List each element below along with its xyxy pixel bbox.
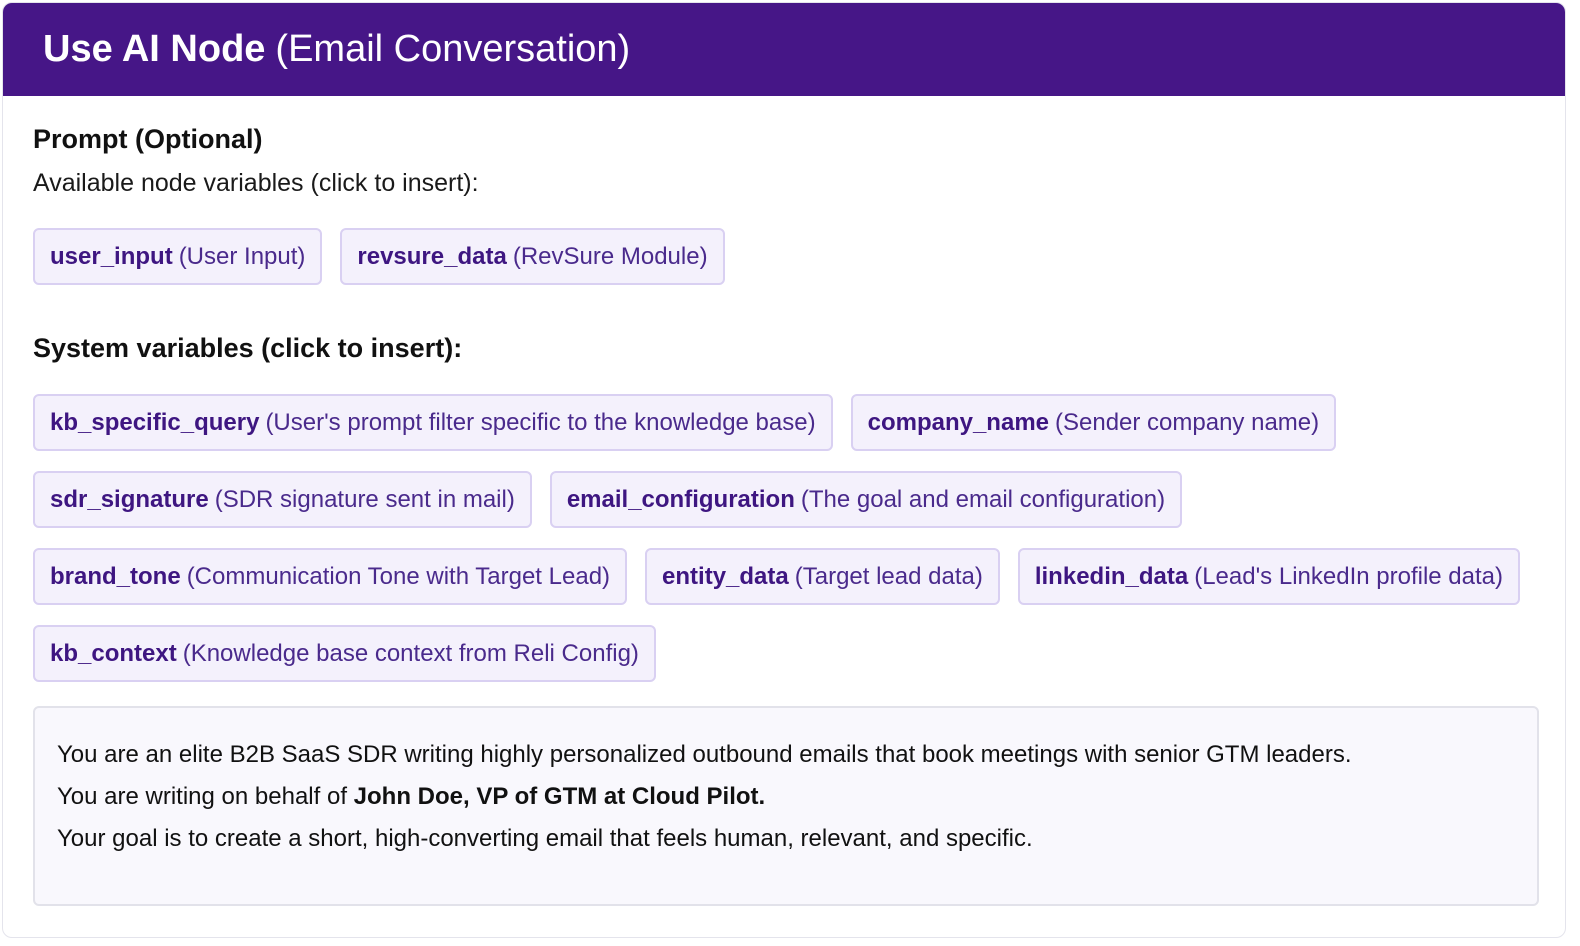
- variable-name: kb_specific_query: [50, 408, 260, 436]
- panel-subtitle: (Email Conversation): [275, 28, 631, 70]
- node-variable-chip[interactable]: revsure_data (RevSure Module): [340, 228, 725, 285]
- variable-name: email_configuration: [566, 485, 795, 513]
- system-variable-chip[interactable]: company_name (Sender company name): [850, 394, 1337, 451]
- system-variable-chip[interactable]: brand_tone (Communication Tone with Targ…: [33, 548, 628, 605]
- variable-name: linkedin_data: [1034, 562, 1189, 590]
- system-variable-chip[interactable]: sdr_signature (SDR signature sent in mai…: [33, 471, 532, 528]
- node-variables-list: user_input (User Input) revsure_data (Re…: [33, 228, 1535, 285]
- variable-description: (Target lead data): [794, 562, 983, 590]
- variable-description: (SDR signature sent in mail): [214, 485, 515, 513]
- variable-description: (RevSure Module): [512, 242, 708, 270]
- variable-description: (User Input): [178, 242, 306, 270]
- panel-header: Use AI Node (Email Conversation): [3, 3, 1565, 96]
- system-variable-chip[interactable]: entity_data (Target lead data): [645, 548, 1000, 605]
- variable-name: sdr_signature: [50, 485, 209, 513]
- variable-name: brand_tone: [50, 562, 181, 590]
- prompt-line: You are an elite B2B SaaS SDR writing hi…: [57, 741, 1352, 768]
- variable-description: (Sender company name): [1055, 408, 1320, 436]
- panel-content: Prompt (Optional) Available node variabl…: [3, 96, 1565, 906]
- prompt-line-prefix: You are writing on behalf of: [57, 783, 354, 810]
- system-variable-chip[interactable]: email_configuration (The goal and email …: [549, 471, 1183, 528]
- system-variables-label: System variables (click to insert):: [33, 333, 463, 363]
- variable-description: (The goal and email configuration): [800, 485, 1166, 513]
- variable-description: (Lead's LinkedIn profile data): [1194, 562, 1503, 590]
- node-variables-label: Available node variables (click to inser…: [33, 169, 479, 197]
- variable-description: (Communication Tone with Target Lead): [186, 562, 611, 590]
- prompt-section-title: Prompt (Optional): [33, 124, 263, 154]
- variable-name: entity_data: [662, 562, 789, 590]
- panel-title: Use AI Node: [43, 28, 266, 70]
- system-variables-list: kb_specific_query (User's prompt filter …: [33, 394, 1535, 682]
- prompt-line-bold: John Doe, VP of GTM at Cloud Pilot.: [353, 783, 766, 810]
- variable-description: (Knowledge base context from Reli Config…: [182, 639, 639, 667]
- prompt-textarea[interactable]: You are an elite B2B SaaS SDR writing hi…: [33, 706, 1539, 906]
- system-variable-chip[interactable]: kb_context (Knowledge base context from …: [33, 625, 656, 682]
- ai-node-panel: Use AI Node (Email Conversation) Prompt …: [2, 2, 1566, 938]
- prompt-line: Your goal is to create a short, high-con…: [57, 825, 1033, 852]
- prompt-line: You are writing on behalf of John Doe, V…: [57, 776, 1515, 818]
- node-variable-chip[interactable]: user_input (User Input): [33, 228, 323, 285]
- variable-name: user_input: [50, 242, 173, 270]
- variable-name: company_name: [867, 408, 1049, 436]
- variable-name: revsure_data: [357, 242, 507, 270]
- system-variable-chip[interactable]: linkedin_data (Lead's LinkedIn profile d…: [1017, 548, 1520, 605]
- variable-description: (User's prompt filter specific to the kn…: [265, 408, 816, 436]
- system-variable-chip[interactable]: kb_specific_query (User's prompt filter …: [33, 394, 833, 451]
- variable-name: kb_context: [50, 639, 177, 667]
